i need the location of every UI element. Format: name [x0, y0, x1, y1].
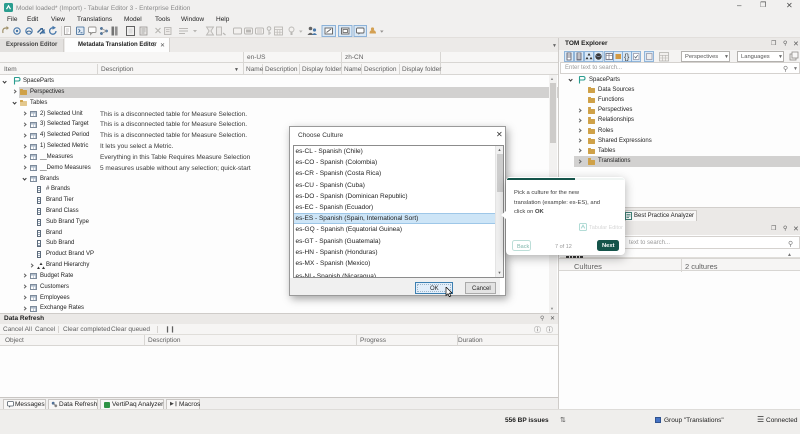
svg-text:{}: {}: [624, 52, 630, 61]
